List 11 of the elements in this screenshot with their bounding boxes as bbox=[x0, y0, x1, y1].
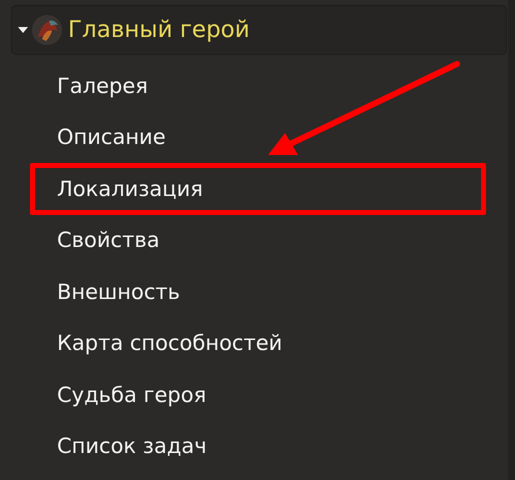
menu-item[interactable]: Описание bbox=[30, 112, 486, 163]
group-header[interactable]: Главный герой bbox=[11, 5, 507, 55]
menu-item[interactable]: Галерея bbox=[30, 60, 486, 112]
menu-item[interactable]: Свойства bbox=[30, 214, 486, 266]
avatar-icon bbox=[32, 15, 62, 45]
group-title: Главный герой bbox=[68, 17, 250, 43]
menu-item[interactable]: Внешность bbox=[30, 266, 486, 318]
menu-item[interactable]: Локализация bbox=[30, 163, 486, 214]
menu-item[interactable]: Карта способностей bbox=[30, 318, 486, 369]
menu-item[interactable]: Список задач bbox=[30, 420, 486, 472]
menu-item[interactable]: Судьба героя bbox=[30, 369, 486, 420]
